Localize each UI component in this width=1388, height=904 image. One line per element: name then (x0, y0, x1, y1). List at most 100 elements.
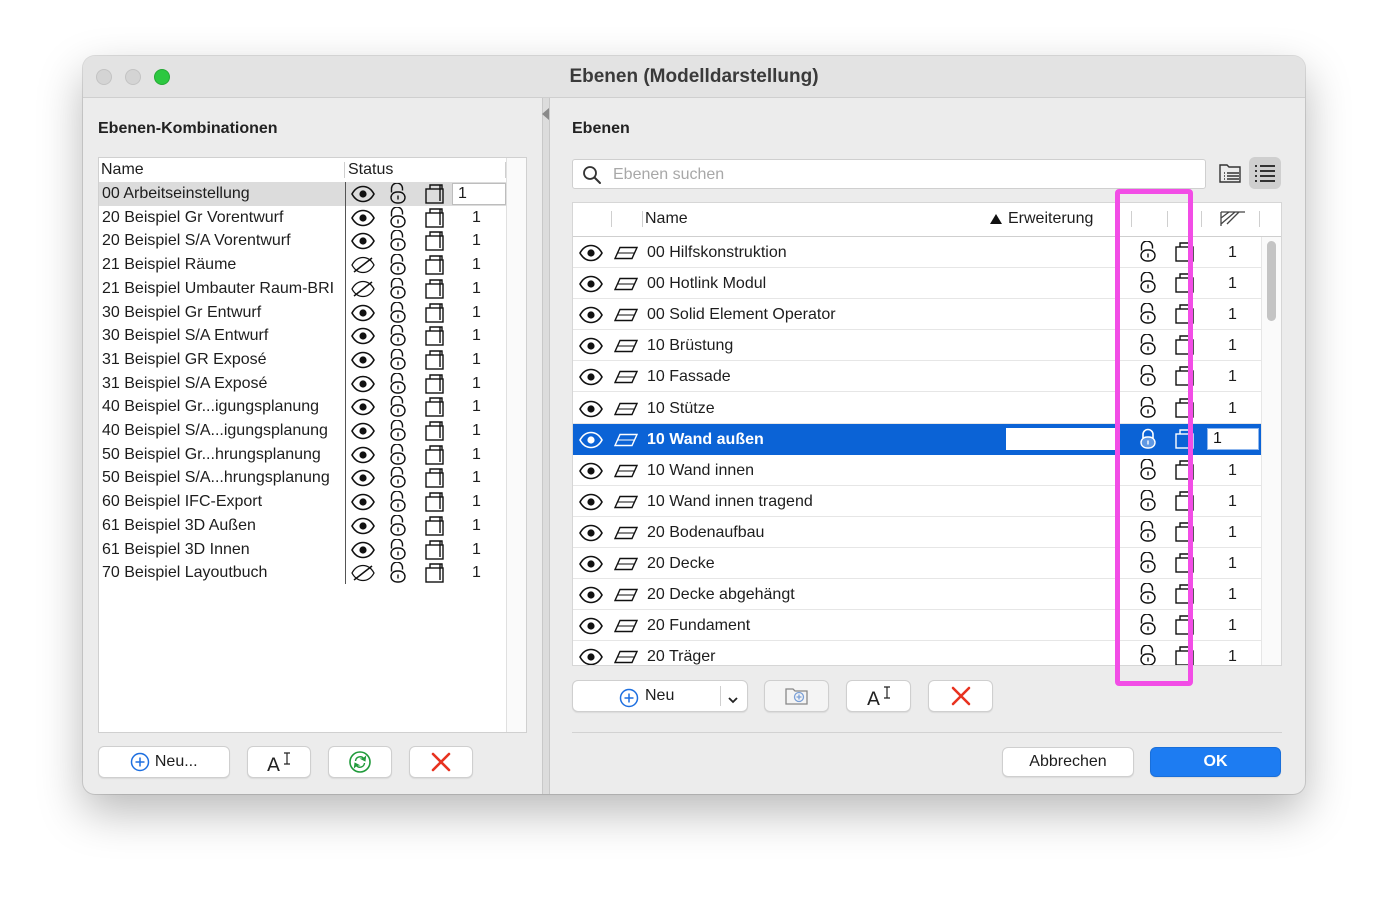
eye-icon[interactable] (579, 648, 603, 665)
eye-icon[interactable] (579, 368, 603, 388)
combination-row[interactable]: 31 Beispiel S/A Exposé 1 (99, 372, 506, 396)
close-window-button[interactable] (96, 69, 112, 85)
eye-icon[interactable] (351, 304, 375, 324)
delete-layer-button[interactable] (928, 680, 993, 712)
lock-icon[interactable] (387, 443, 411, 465)
clipboard-icon[interactable] (423, 230, 447, 252)
combination-row[interactable]: 50 Beispiel S/A...hrungsplanung 1 (99, 466, 506, 490)
eye-icon[interactable] (351, 185, 375, 205)
combination-row[interactable]: 20 Beispiel S/A Vorentwurf 1 (99, 229, 506, 253)
lock-icon[interactable] (387, 301, 411, 323)
eye-icon[interactable] (579, 555, 603, 575)
combinations-header-status[interactable]: Status (348, 161, 393, 179)
eye-icon[interactable] (351, 446, 375, 466)
new-layer-button[interactable]: Neu (572, 680, 748, 712)
tree-view-button[interactable] (1215, 157, 1247, 189)
combination-row[interactable]: 50 Beispiel Gr...hrungsplanung 1 (99, 443, 506, 467)
combinations-header-name[interactable]: Name (101, 161, 144, 179)
eye-icon[interactable] (351, 398, 375, 418)
eye-icon[interactable] (579, 617, 603, 637)
new-folder-button[interactable] (764, 680, 829, 712)
minimize-window-button[interactable] (125, 69, 141, 85)
eye-icon[interactable] (579, 337, 603, 357)
lock-icon[interactable] (387, 491, 411, 512)
clipboard-icon[interactable] (423, 207, 447, 228)
eye-off-icon[interactable] (351, 564, 375, 584)
combination-row[interactable]: 40 Beispiel Gr...igungsplanung 1 (99, 395, 506, 419)
clipboard-icon[interactable] (423, 302, 447, 323)
clipboard-icon[interactable] (423, 183, 447, 204)
lock-icon[interactable] (387, 562, 411, 583)
clipboard-icon[interactable] (423, 539, 447, 560)
layers-scrollbar-thumb[interactable] (1267, 241, 1276, 321)
clipboard-icon[interactable] (423, 515, 447, 536)
zoom-window-button[interactable] (154, 69, 170, 85)
clipboard-icon[interactable] (423, 562, 447, 583)
rename-combination-button[interactable]: A (247, 746, 311, 778)
combination-row[interactable]: 40 Beispiel S/A...igungsplanung 1 (99, 419, 506, 443)
rename-layer-button[interactable]: A (846, 680, 911, 712)
eye-off-icon[interactable] (351, 256, 375, 276)
extension-field[interactable] (1006, 427, 1118, 450)
combination-row[interactable]: 31 Beispiel GR Exposé 1 (99, 348, 506, 372)
eye-icon[interactable] (351, 469, 375, 489)
layer-search-field[interactable]: Ebenen suchen (572, 159, 1206, 189)
panel-divider[interactable] (542, 98, 550, 794)
lock-icon[interactable] (387, 420, 411, 441)
combination-number[interactable]: 1 (452, 183, 506, 205)
combination-row[interactable]: 21 Beispiel Umbauter Raum-BRI 1 (99, 277, 506, 301)
combination-row[interactable]: 30 Beispiel Gr Entwurf 1 (99, 301, 506, 325)
lock-icon[interactable] (387, 277, 411, 299)
combinations-scrollbar[interactable] (506, 158, 526, 732)
combination-row[interactable]: 61 Beispiel 3D Innen 1 (99, 538, 506, 562)
clipboard-icon[interactable] (423, 373, 447, 394)
delete-combination-button[interactable] (409, 746, 473, 778)
eye-icon[interactable] (579, 524, 603, 544)
eye-icon[interactable] (351, 517, 375, 537)
eye-icon[interactable] (351, 327, 375, 347)
lock-icon[interactable] (387, 467, 411, 489)
layers-scrollbar[interactable] (1261, 237, 1281, 665)
combination-row[interactable]: 60 Beispiel IFC-Export 1 (99, 490, 506, 514)
eye-icon[interactable] (579, 431, 603, 451)
list-view-button[interactable] (1249, 157, 1281, 189)
eye-icon[interactable] (579, 275, 603, 295)
eye-icon[interactable] (351, 232, 375, 252)
lock-icon[interactable] (387, 538, 411, 560)
lock-icon[interactable] (387, 254, 411, 275)
eye-icon[interactable] (579, 462, 603, 482)
clipboard-icon[interactable] (423, 254, 447, 275)
eye-icon[interactable] (351, 541, 375, 561)
clipboard-icon[interactable] (423, 420, 447, 441)
clipboard-icon[interactable] (423, 325, 447, 346)
cancel-button[interactable]: Abbrechen (1002, 747, 1134, 777)
new-combination-button[interactable]: Neu... (98, 746, 230, 778)
header-name[interactable]: Name (645, 210, 688, 228)
combination-row[interactable]: 70 Beispiel Layoutbuch 1 (99, 561, 506, 585)
lock-icon[interactable] (387, 372, 411, 394)
lock-icon[interactable] (387, 514, 411, 536)
combination-row[interactable]: 20 Beispiel Gr Vorentwurf 1 (99, 206, 506, 230)
eye-off-icon[interactable] (351, 280, 375, 300)
eye-icon[interactable] (351, 209, 375, 229)
ok-button[interactable]: OK (1150, 747, 1281, 777)
eye-icon[interactable] (579, 493, 603, 513)
combination-row[interactable]: 00 Arbeitseinstellung 1 (99, 182, 506, 206)
lock-icon[interactable] (387, 206, 411, 228)
combination-row[interactable]: 21 Beispiel Räume 1 (99, 253, 506, 277)
eye-icon[interactable] (579, 586, 603, 606)
lock-icon[interactable] (387, 396, 411, 417)
collapse-arrow-icon[interactable] (542, 108, 549, 120)
chevron-down-icon[interactable] (726, 681, 740, 711)
clipboard-icon[interactable] (423, 444, 447, 465)
update-combination-button[interactable] (328, 746, 392, 778)
eye-icon[interactable] (579, 400, 603, 420)
lock-icon[interactable] (387, 325, 411, 346)
eye-icon[interactable] (579, 306, 603, 326)
lock-icon[interactable] (387, 348, 411, 370)
combination-row[interactable]: 30 Beispiel S/A Entwurf 1 (99, 324, 506, 348)
eye-icon[interactable] (351, 493, 375, 513)
eye-icon[interactable] (351, 375, 375, 395)
layer-number-field[interactable]: 1 (1207, 427, 1259, 450)
header-extension[interactable]: Erweiterung (1008, 210, 1093, 228)
